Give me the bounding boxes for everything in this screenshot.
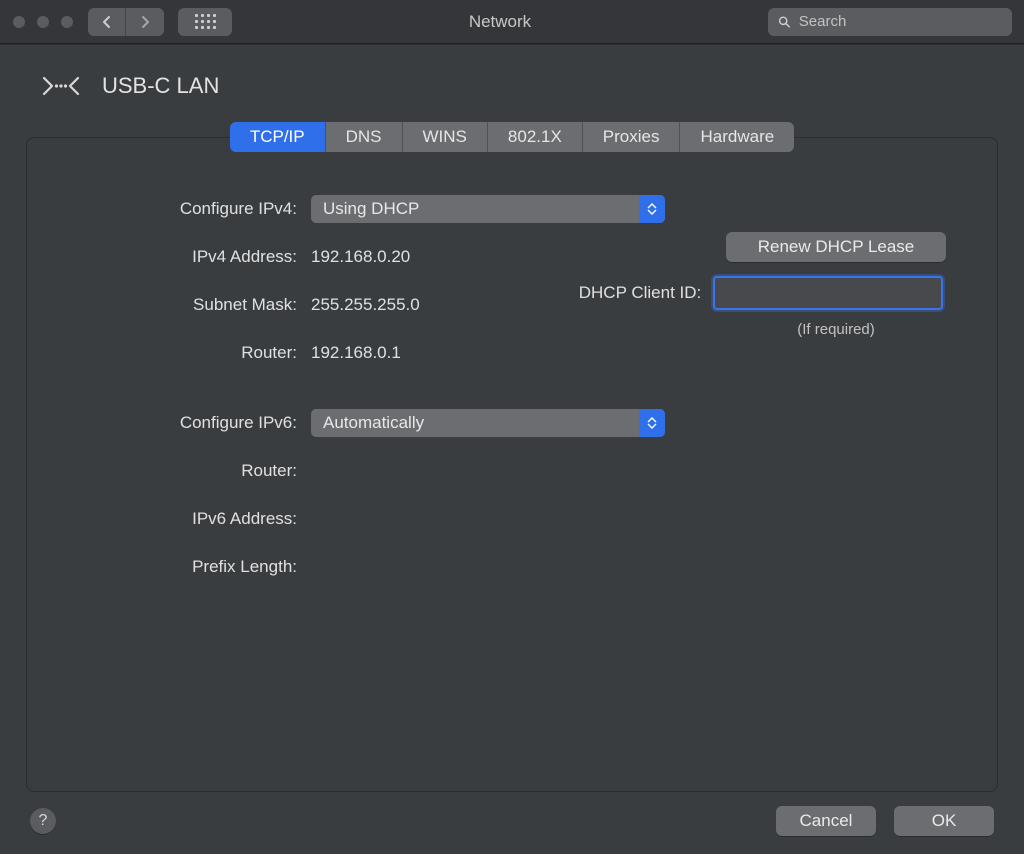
configure-ipv4-value: Using DHCP (323, 199, 419, 219)
subnet-mask-label: Subnet Mask: (73, 295, 311, 315)
ethernet-icon (38, 68, 84, 104)
tab-dns[interactable]: DNS (326, 122, 403, 152)
tab-hardware[interactable]: Hardware (680, 122, 794, 152)
search-field[interactable] (768, 8, 1012, 36)
tcpip-panel: Configure IPv4: Using DHCP IPv4 Address:… (26, 137, 998, 792)
tab-8021x[interactable]: 802.1X (488, 122, 583, 152)
dhcp-client-id-hint: (If required) (797, 321, 875, 338)
configure-ipv4-label: Configure IPv4: (73, 199, 311, 219)
ok-button[interactable]: OK (894, 806, 994, 836)
prefix-length-label: Prefix Length: (73, 557, 311, 577)
minimize-window-icon[interactable] (36, 15, 50, 29)
search-icon (778, 15, 791, 29)
ipv4-router-value: 192.168.0.1 (311, 343, 401, 363)
interface-header: USB-C LAN (26, 68, 998, 104)
ipv6-address-label: IPv6 Address: (73, 509, 311, 529)
renew-dhcp-lease-button[interactable]: Renew DHCP Lease (726, 232, 946, 262)
dhcp-client-id-input[interactable] (713, 276, 943, 310)
dhcp-client-id-label: DHCP Client ID: (579, 283, 702, 303)
zoom-window-icon[interactable] (60, 15, 74, 29)
forward-button[interactable] (126, 8, 164, 36)
interface-name: USB-C LAN (102, 73, 219, 99)
tab-tcpip[interactable]: TCP/IP (230, 122, 326, 152)
subnet-mask-value: 255.255.255.0 (311, 295, 420, 315)
updown-chevron-icon (639, 409, 665, 437)
back-button[interactable] (88, 8, 126, 36)
configure-ipv6-value: Automatically (323, 413, 424, 433)
configure-ipv6-select[interactable]: Automatically (311, 409, 665, 437)
cancel-button[interactable]: Cancel (776, 806, 876, 836)
window-title: Network (240, 12, 760, 32)
show-all-button[interactable] (178, 8, 232, 36)
grid-icon (195, 14, 216, 29)
window-controls (12, 15, 74, 29)
ipv4-address-value: 192.168.0.20 (311, 247, 410, 267)
settings-tabs: TCP/IP DNS WINS 802.1X Proxies Hardware (26, 122, 998, 152)
dialog-footer: ? Cancel OK (26, 806, 998, 836)
ipv4-address-label: IPv4 Address: (73, 247, 311, 267)
help-button[interactable]: ? (30, 808, 56, 834)
nav-buttons (88, 8, 164, 36)
configure-ipv6-label: Configure IPv6: (73, 413, 311, 433)
ipv6-router-label: Router: (73, 461, 311, 481)
tab-wins[interactable]: WINS (403, 122, 488, 152)
configure-ipv4-select[interactable]: Using DHCP (311, 195, 665, 223)
search-input[interactable] (797, 12, 1002, 31)
close-window-icon[interactable] (12, 15, 26, 29)
tab-proxies[interactable]: Proxies (583, 122, 681, 152)
ipv4-router-label: Router: (73, 343, 311, 363)
updown-chevron-icon (639, 195, 665, 223)
titlebar: Network (0, 0, 1024, 44)
